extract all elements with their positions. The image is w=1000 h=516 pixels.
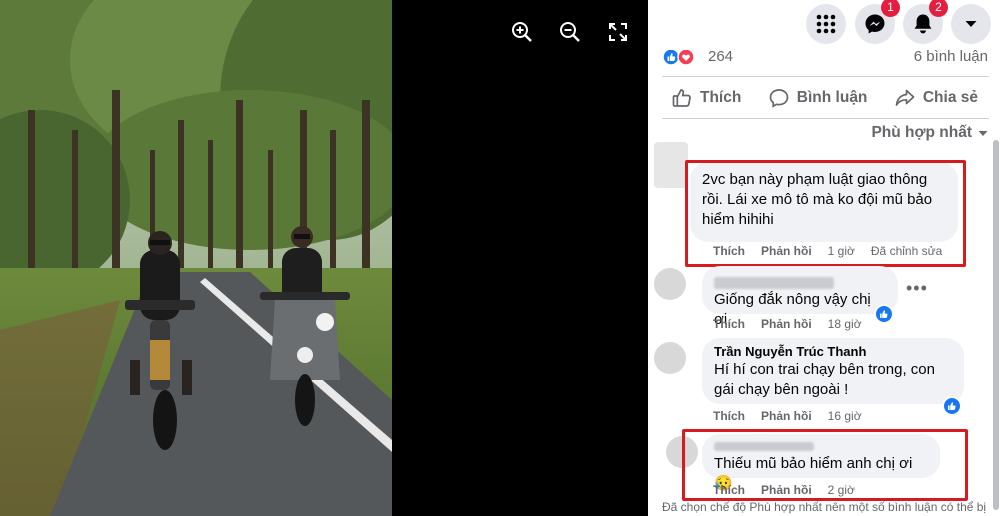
comment-time[interactable]: 16 giờ <box>828 409 862 423</box>
zoom-in-icon[interactable] <box>508 18 536 46</box>
divider <box>662 76 989 77</box>
messenger-icon <box>865 14 885 34</box>
photo-viewer <box>0 0 648 516</box>
comment-bubble: Thiếu mũ bảo hiểm anh chị ơi😥 <box>702 434 940 492</box>
comment-bubble: 2vc bạn này phạm luật giao thông rồi. Lá… <box>690 162 958 242</box>
divider <box>662 118 989 119</box>
notifications-badge: 2 <box>929 0 948 17</box>
comment-like-reaction-icon[interactable] <box>942 396 962 416</box>
comment-button-label: Bình luận <box>796 89 868 106</box>
comment-reply-link[interactable]: Phản hồi <box>761 317 812 331</box>
scrollbar[interactable] <box>993 140 999 510</box>
share-button-label: Chia sẻ <box>922 89 978 106</box>
comment-bubble: Giống đắk nông vậy chị ơi <box>702 266 898 328</box>
comment-time[interactable]: 18 giờ <box>828 317 862 331</box>
top-bar: 1 2 <box>648 0 1000 50</box>
thumbs-up-icon <box>672 89 691 107</box>
sort-footer-note: Đã chọn chế độ Phù hợp nhất nên một số b… <box>662 500 987 514</box>
comment-meta: Thích Phản hồi 16 giờ <box>713 409 862 423</box>
messenger-badge: 1 <box>881 0 900 17</box>
like-button-label: Thích <box>700 89 742 106</box>
avatar[interactable] <box>654 342 686 374</box>
reaction-icons <box>662 48 695 66</box>
account-button[interactable] <box>951 4 991 44</box>
caret-down-icon <box>965 21 977 27</box>
comment-author[interactable] <box>714 274 886 290</box>
share-button[interactable]: Chia sẻ <box>885 80 988 116</box>
like-button[interactable]: Thích <box>662 80 751 116</box>
avatar[interactable] <box>654 142 688 188</box>
comment-like-reaction-icon[interactable] <box>874 304 894 324</box>
messenger-button[interactable]: 1 <box>855 0 900 44</box>
comment-reply-link[interactable]: Phản hồi <box>761 483 812 497</box>
fullscreen-icon[interactable] <box>604 18 632 46</box>
comment-meta: Thích Phản hồi 1 giờ Đã chỉnh sửa <box>713 244 942 258</box>
post-photo <box>0 0 392 516</box>
zoom-out-icon[interactable] <box>556 18 584 46</box>
share-icon <box>895 89 915 106</box>
comment-meta: Thích Phản hồi 18 giờ <box>713 317 862 331</box>
comment-icon <box>769 89 789 108</box>
comment-sort-dropdown[interactable]: Phù hợp nhất <box>871 124 988 142</box>
comment-like-link[interactable]: Thích <box>713 244 745 258</box>
comment-like-link[interactable]: Thích <box>713 483 745 497</box>
comment-like-link[interactable]: Thích <box>713 317 745 331</box>
avatar[interactable] <box>654 268 686 300</box>
menu-grid-button[interactable] <box>806 4 846 44</box>
notifications-button[interactable]: 2 <box>903 0 948 44</box>
comment-text: 2vc bạn này phạm luật giao thông rồi. Lá… <box>702 171 933 228</box>
post-actions: Thích Bình luận Chia sẻ <box>662 80 988 116</box>
comment-time[interactable]: 1 giờ <box>828 244 855 258</box>
comment-time[interactable]: 2 giờ <box>828 483 855 497</box>
comments-panel: 1 2 264 6 bình luận Thích Bình luận Chia… <box>648 0 1000 516</box>
comments-count[interactable]: 6 bình luận <box>914 48 988 65</box>
comment-like-link[interactable]: Thích <box>713 409 745 423</box>
comment-reply-link[interactable]: Phản hồi <box>761 409 812 423</box>
comment-meta: Thích Phản hồi 2 giờ <box>713 483 855 497</box>
comment-bubble: Trần Nguyễn Trúc Thanh Hí hí con trai ch… <box>702 338 964 404</box>
sort-label: Phù hợp nhất <box>871 124 972 141</box>
grid-icon <box>816 14 836 34</box>
more-options-icon[interactable]: ••• <box>906 278 928 299</box>
caret-down-icon <box>978 130 988 136</box>
comment-author[interactable]: Trần Nguyễn Trúc Thanh <box>714 344 952 360</box>
comment-edited[interactable]: Đã chỉnh sửa <box>871 244 942 258</box>
comment-reply-link[interactable]: Phản hồi <box>761 244 812 258</box>
comment-text: Hí hí con trai chạy bên trong, con gái c… <box>714 361 935 398</box>
reactions-count[interactable]: 264 <box>708 48 733 65</box>
comment-author[interactable] <box>714 438 928 454</box>
comment-button[interactable]: Bình luận <box>759 80 878 116</box>
avatar[interactable] <box>666 436 698 468</box>
bell-icon <box>914 14 932 34</box>
